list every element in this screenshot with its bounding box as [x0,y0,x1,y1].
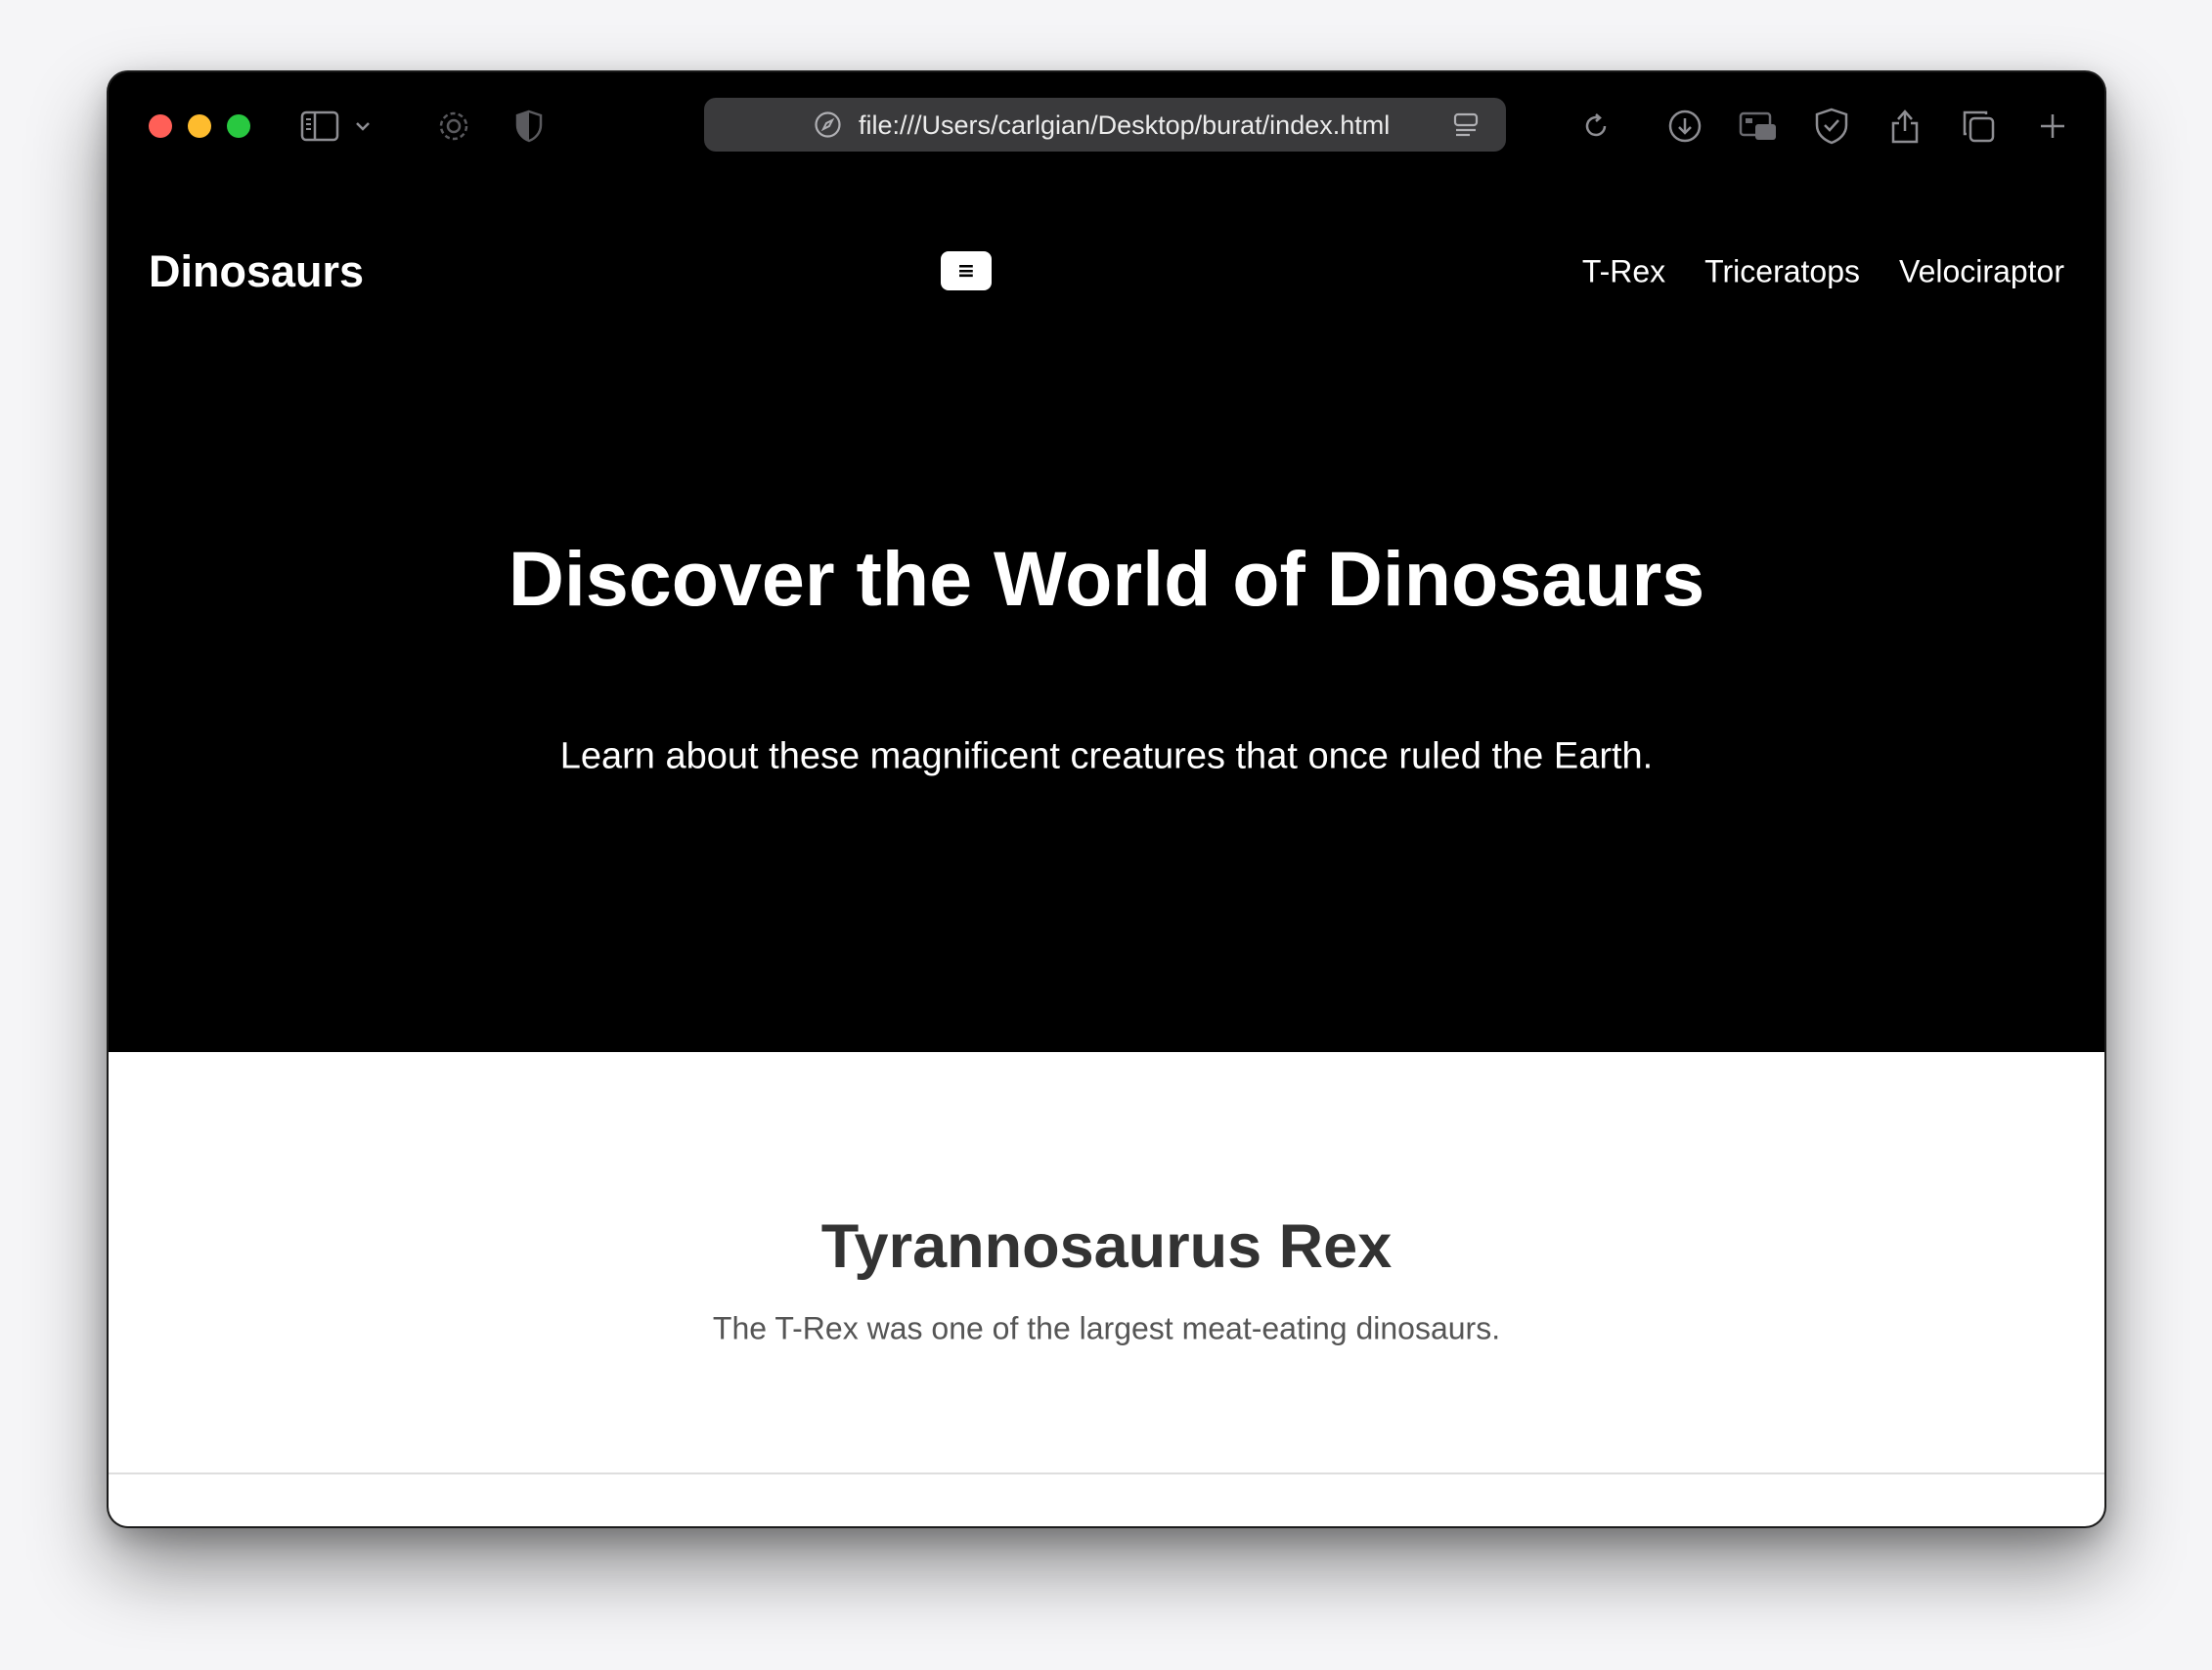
plus-icon[interactable] [2030,104,2075,149]
hero-title: Discover the World of Dinosaurs [508,535,1705,622]
menu-toggle-button[interactable]: ≡ [941,251,992,290]
site-brand[interactable]: Dinosaurs [149,246,364,297]
reader-icon[interactable] [1451,110,1481,140]
download-icon[interactable] [1662,104,1707,149]
address-bar[interactable]: file:///Users/carlgian/Desktop/burat/ind… [704,98,1506,152]
url-text[interactable]: file:///Users/carlgian/Desktop/burat/ind… [859,110,1390,140]
minimize-window-button[interactable] [188,114,211,138]
hero-section: Dinosaurs ≡ T-Rex Triceratops Velocirapt… [109,176,2104,1052]
gear-icon[interactable] [431,104,476,149]
chevron-down-icon[interactable] [351,104,375,149]
trex-section: Tyrannosaurus Rex The T-Rex was one of t… [109,1052,2104,1474]
section-title: Tyrannosaurus Rex [820,1212,1393,1281]
compass-icon [814,110,842,139]
nav-link-triceratops[interactable]: Triceratops [1704,254,1860,290]
close-window-button[interactable] [149,114,172,138]
sidebar-icon[interactable] [297,104,342,149]
hero-subtitle: Learn about these magnificent creatures … [559,735,1654,777]
shield-check-icon[interactable] [1809,104,1854,149]
nav-link-velociraptor[interactable]: Velociraptor [1899,254,2064,290]
share-icon[interactable] [1882,104,1927,149]
zoom-window-button[interactable] [227,114,250,138]
site-nav: T-Rex Triceratops Velociraptor [1582,254,2064,290]
tabs-icon[interactable] [1956,104,2001,149]
nav-link-t-rex[interactable]: T-Rex [1582,254,1665,290]
browser-window: file:///Users/carlgian/Desktop/burat/ind… [109,72,2104,1526]
web-page: Dinosaurs ≡ T-Rex Triceratops Velocirapt… [109,176,2104,1526]
browser-toolbar: file:///Users/carlgian/Desktop/burat/ind… [109,72,2104,176]
section-text: The T-Rex was one of the largest meat-ea… [712,1310,1501,1346]
next-section [109,1474,2104,1526]
reload-icon[interactable] [1573,104,1618,149]
picture-in-picture-icon[interactable] [1736,104,1781,149]
shield-icon[interactable] [507,104,552,149]
